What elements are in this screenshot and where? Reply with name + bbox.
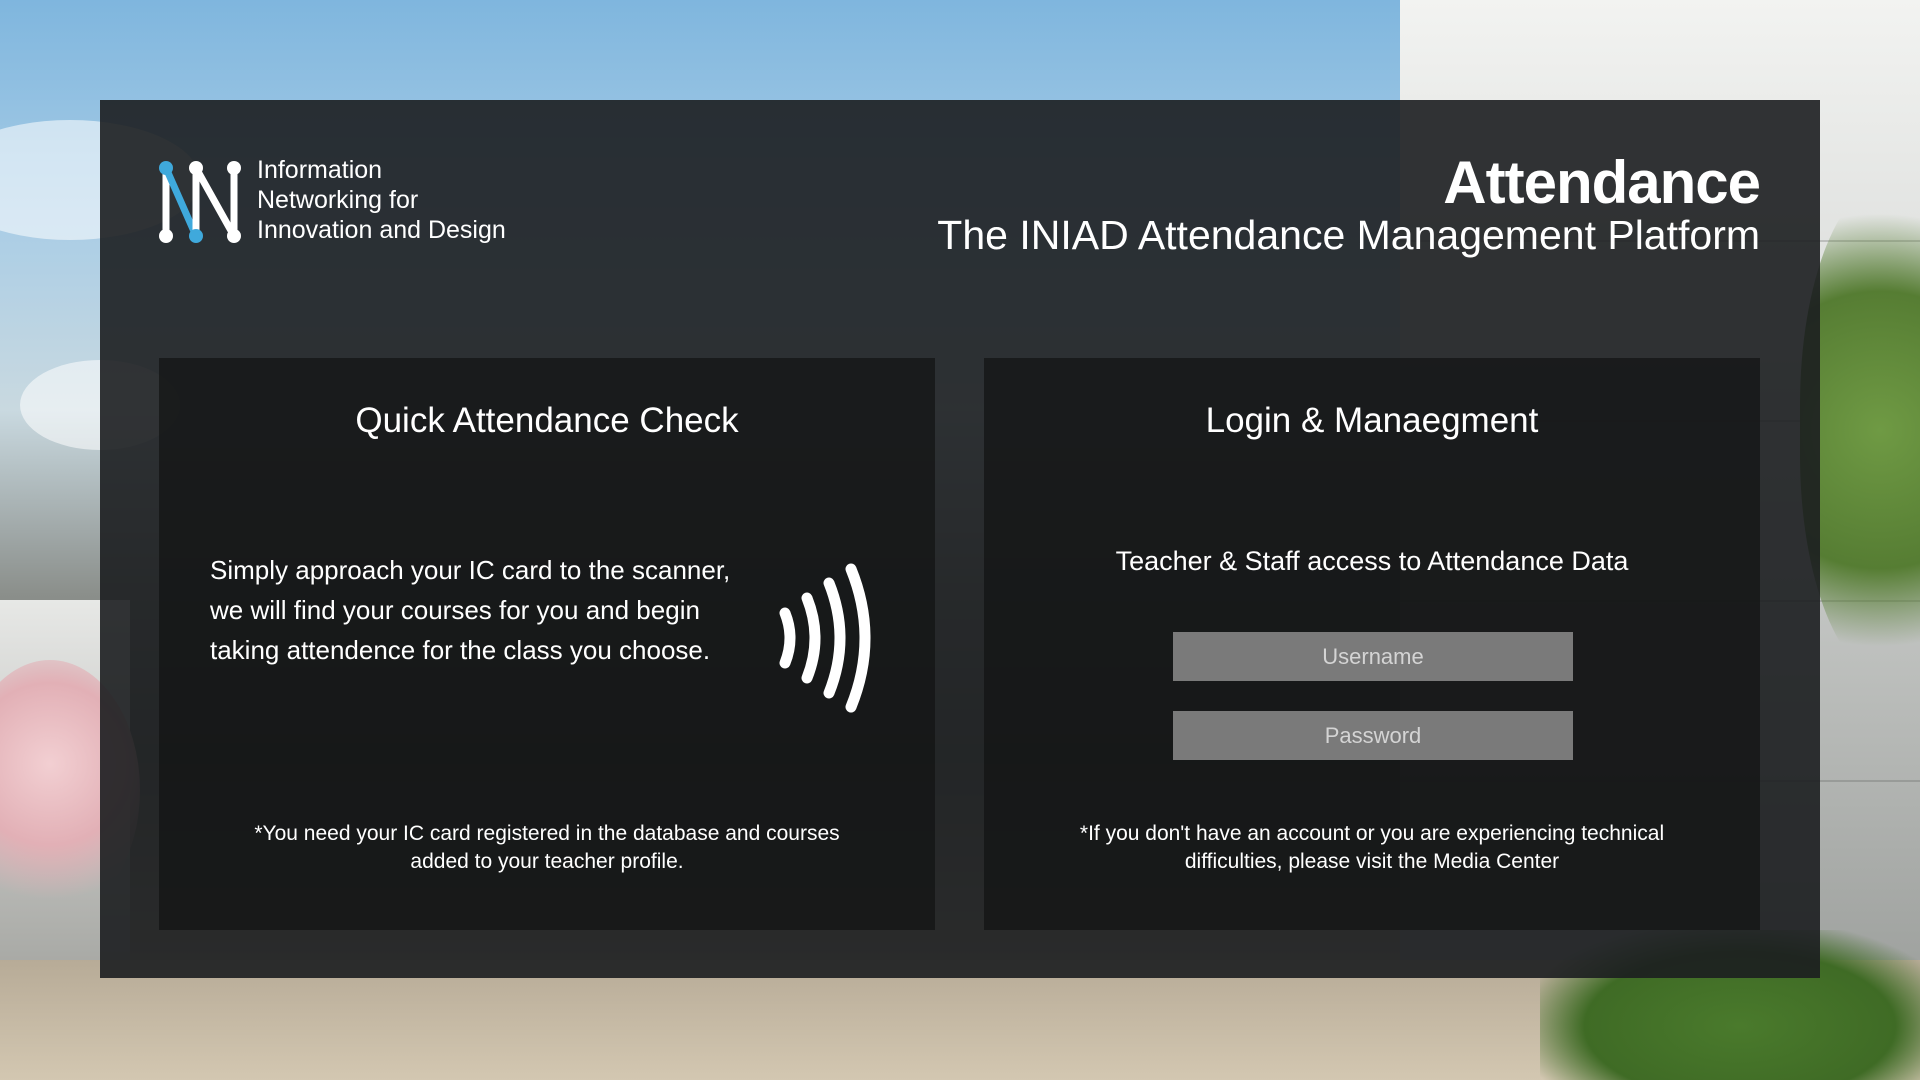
login-note-line-1: *If you don't have an account or you are… bbox=[1079, 822, 1665, 845]
quick-attendance-note: *You need your IC card registered in the… bbox=[199, 820, 895, 876]
quick-attendance-note-line-2: added to your teacher profile. bbox=[410, 850, 684, 873]
login-note: *If you don't have an account or you are… bbox=[1024, 820, 1720, 876]
quick-attendance-note-line-1: *You need your IC card registered in the… bbox=[254, 822, 840, 845]
quick-attendance-description: Simply approach your IC card to the scan… bbox=[210, 555, 731, 665]
username-input[interactable] bbox=[1173, 632, 1573, 681]
login-title: Login & Manaegment bbox=[1205, 401, 1539, 440]
login-note-line-2: difficulties, please visit the Media Cen… bbox=[1184, 850, 1560, 873]
logo-line-1: Information bbox=[257, 156, 383, 184]
page-subtitle: The INIAD Attendance Management Platform bbox=[937, 212, 1760, 258]
logo-line-3: Innovation and Design bbox=[257, 216, 506, 244]
quick-attendance-card: Quick Attendance Check Simply approach y… bbox=[159, 358, 935, 930]
page-title: Attendance bbox=[1443, 149, 1761, 216]
login-card: Login & Manaegment Teacher & Staff acces… bbox=[984, 358, 1760, 930]
login-subtitle: Teacher & Staff access to Attendance Dat… bbox=[1115, 546, 1629, 576]
password-input[interactable] bbox=[1173, 711, 1573, 760]
iniad-logo-icon bbox=[159, 161, 241, 243]
logo-line-2: Networking for bbox=[257, 186, 419, 214]
logo-wordmark: Information Networking for Innovation an… bbox=[257, 155, 506, 245]
quick-attendance-title: Quick Attendance Check bbox=[355, 401, 739, 440]
page-header: Attendance The INIAD Attendance Manageme… bbox=[937, 148, 1761, 258]
nfc-contactless-icon bbox=[779, 563, 871, 713]
